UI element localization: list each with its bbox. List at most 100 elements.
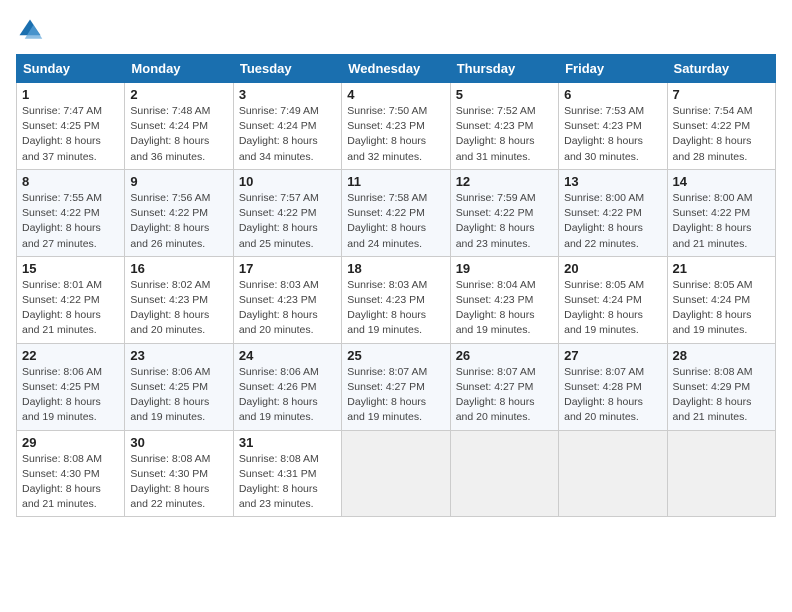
- day-number: 27: [564, 348, 661, 363]
- calendar-week-row: 15 Sunrise: 8:01 AMSunset: 4:22 PMDayligh…: [17, 256, 776, 343]
- calendar-cell: 16 Sunrise: 8:02 AMSunset: 4:23 PMDayligh…: [125, 256, 233, 343]
- day-info: Sunrise: 7:55 AMSunset: 4:22 PMDaylight:…: [22, 191, 119, 252]
- day-number: 25: [347, 348, 444, 363]
- calendar-cell: 4Sunrise: 7:50 AMSunset: 4:23 PMDaylight…: [342, 83, 450, 170]
- logo: [16, 16, 48, 44]
- calendar-week-row: 22 Sunrise: 8:06 AMSunset: 4:25 PMDayligh…: [17, 343, 776, 430]
- day-info: Sunrise: 8:08 AMSunset: 4:30 PMDaylight:…: [22, 452, 119, 513]
- header: [16, 16, 776, 44]
- day-info: Sunrise: 8:08 AMSunset: 4:30 PMDaylight:…: [130, 452, 227, 513]
- day-info: Sunrise: 8:07 AMSunset: 4:28 PMDaylight:…: [564, 365, 661, 426]
- calendar-cell: 31 Sunrise: 8:08 AMSunset: 4:31 PMDayligh…: [233, 430, 341, 517]
- calendar-cell: 26 Sunrise: 8:07 AMSunset: 4:27 PMDayligh…: [450, 343, 558, 430]
- day-number: 7: [673, 87, 770, 102]
- calendar-week-row: 8 Sunrise: 7:55 AMSunset: 4:22 PMDaylight…: [17, 169, 776, 256]
- day-number: 17: [239, 261, 336, 276]
- day-info: Sunrise: 7:54 AMSunset: 4:22 PMDaylight:…: [673, 104, 770, 165]
- calendar-cell: 8 Sunrise: 7:55 AMSunset: 4:22 PMDaylight…: [17, 169, 125, 256]
- day-number: 26: [456, 348, 553, 363]
- day-number: 10: [239, 174, 336, 189]
- calendar-cell: 12 Sunrise: 7:59 AMSunset: 4:22 PMDayligh…: [450, 169, 558, 256]
- day-info: Sunrise: 8:05 AMSunset: 4:24 PMDaylight:…: [564, 278, 661, 339]
- calendar-cell: 22 Sunrise: 8:06 AMSunset: 4:25 PMDayligh…: [17, 343, 125, 430]
- day-info: Sunrise: 8:03 AMSunset: 4:23 PMDaylight:…: [347, 278, 444, 339]
- day-info: Sunrise: 8:01 AMSunset: 4:22 PMDaylight:…: [22, 278, 119, 339]
- day-info: Sunrise: 7:59 AMSunset: 4:22 PMDaylight:…: [456, 191, 553, 252]
- calendar-cell: 9 Sunrise: 7:56 AMSunset: 4:22 PMDaylight…: [125, 169, 233, 256]
- weekday-header-row: SundayMondayTuesdayWednesdayThursdayFrid…: [17, 55, 776, 83]
- weekday-header: Sunday: [17, 55, 125, 83]
- day-number: 18: [347, 261, 444, 276]
- day-number: 30: [130, 435, 227, 450]
- calendar-cell: [450, 430, 558, 517]
- day-info: Sunrise: 7:48 AMSunset: 4:24 PMDaylight:…: [130, 104, 227, 165]
- day-info: Sunrise: 8:00 AMSunset: 4:22 PMDaylight:…: [564, 191, 661, 252]
- day-number: 29: [22, 435, 119, 450]
- calendar-cell: 28Sunrise: 8:08 AMSunset: 4:29 PMDayligh…: [667, 343, 775, 430]
- calendar-cell: 19 Sunrise: 8:04 AMSunset: 4:23 PMDayligh…: [450, 256, 558, 343]
- calendar-cell: [667, 430, 775, 517]
- calendar-cell: 10 Sunrise: 7:57 AMSunset: 4:22 PMDayligh…: [233, 169, 341, 256]
- calendar-cell: 20 Sunrise: 8:05 AMSunset: 4:24 PMDayligh…: [559, 256, 667, 343]
- day-info: Sunrise: 8:00 AMSunset: 4:22 PMDaylight:…: [673, 191, 770, 252]
- day-info: Sunrise: 8:05 AMSunset: 4:24 PMDaylight:…: [673, 278, 770, 339]
- calendar-cell: 15 Sunrise: 8:01 AMSunset: 4:22 PMDayligh…: [17, 256, 125, 343]
- calendar-cell: 14Sunrise: 8:00 AMSunset: 4:22 PMDayligh…: [667, 169, 775, 256]
- calendar-cell: 18 Sunrise: 8:03 AMSunset: 4:23 PMDayligh…: [342, 256, 450, 343]
- day-info: Sunrise: 7:49 AMSunset: 4:24 PMDaylight:…: [239, 104, 336, 165]
- weekday-header: Monday: [125, 55, 233, 83]
- day-number: 19: [456, 261, 553, 276]
- calendar-table: SundayMondayTuesdayWednesdayThursdayFrid…: [16, 54, 776, 517]
- day-number: 16: [130, 261, 227, 276]
- weekday-header: Wednesday: [342, 55, 450, 83]
- day-number: 3: [239, 87, 336, 102]
- calendar-cell: 2 Sunrise: 7:48 AMSunset: 4:24 PMDaylight…: [125, 83, 233, 170]
- day-info: Sunrise: 7:58 AMSunset: 4:22 PMDaylight:…: [347, 191, 444, 252]
- day-info: Sunrise: 8:06 AMSunset: 4:25 PMDaylight:…: [22, 365, 119, 426]
- calendar-cell: 1 Sunrise: 7:47 AMSunset: 4:25 PMDaylight…: [17, 83, 125, 170]
- weekday-header: Tuesday: [233, 55, 341, 83]
- calendar-cell: [342, 430, 450, 517]
- weekday-header: Thursday: [450, 55, 558, 83]
- day-info: Sunrise: 8:03 AMSunset: 4:23 PMDaylight:…: [239, 278, 336, 339]
- calendar-cell: 23Sunrise: 8:06 AMSunset: 4:25 PMDayligh…: [125, 343, 233, 430]
- day-info: Sunrise: 8:02 AMSunset: 4:23 PMDaylight:…: [130, 278, 227, 339]
- day-info: Sunrise: 7:57 AMSunset: 4:22 PMDaylight:…: [239, 191, 336, 252]
- calendar-cell: 30 Sunrise: 8:08 AMSunset: 4:30 PMDayligh…: [125, 430, 233, 517]
- day-number: 13: [564, 174, 661, 189]
- day-number: 2: [130, 87, 227, 102]
- day-number: 22: [22, 348, 119, 363]
- day-info: Sunrise: 8:08 AMSunset: 4:31 PMDaylight:…: [239, 452, 336, 513]
- calendar-cell: 11 Sunrise: 7:58 AMSunset: 4:22 PMDayligh…: [342, 169, 450, 256]
- calendar-cell: 24Sunrise: 8:06 AMSunset: 4:26 PMDayligh…: [233, 343, 341, 430]
- day-number: 9: [130, 174, 227, 189]
- weekday-header: Saturday: [667, 55, 775, 83]
- day-number: 8: [22, 174, 119, 189]
- day-number: 11: [347, 174, 444, 189]
- day-number: 28: [673, 348, 770, 363]
- day-info: Sunrise: 8:06 AMSunset: 4:25 PMDaylight:…: [130, 365, 227, 426]
- weekday-header: Friday: [559, 55, 667, 83]
- day-info: Sunrise: 7:53 AMSunset: 4:23 PMDaylight:…: [564, 104, 661, 165]
- day-info: Sunrise: 7:56 AMSunset: 4:22 PMDaylight:…: [130, 191, 227, 252]
- day-number: 5: [456, 87, 553, 102]
- day-number: 20: [564, 261, 661, 276]
- day-number: 31: [239, 435, 336, 450]
- day-number: 24: [239, 348, 336, 363]
- calendar-cell: 6 Sunrise: 7:53 AMSunset: 4:23 PMDaylight…: [559, 83, 667, 170]
- calendar-cell: 17 Sunrise: 8:03 AMSunset: 4:23 PMDayligh…: [233, 256, 341, 343]
- calendar-cell: 7 Sunrise: 7:54 AMSunset: 4:22 PMDaylight…: [667, 83, 775, 170]
- calendar-week-row: 1 Sunrise: 7:47 AMSunset: 4:25 PMDaylight…: [17, 83, 776, 170]
- day-number: 15: [22, 261, 119, 276]
- day-info: Sunrise: 8:04 AMSunset: 4:23 PMDaylight:…: [456, 278, 553, 339]
- day-info: Sunrise: 8:07 AMSunset: 4:27 PMDaylight:…: [456, 365, 553, 426]
- day-info: Sunrise: 7:47 AMSunset: 4:25 PMDaylight:…: [22, 104, 119, 165]
- calendar-cell: 21 Sunrise: 8:05 AMSunset: 4:24 PMDayligh…: [667, 256, 775, 343]
- day-number: 21: [673, 261, 770, 276]
- day-info: Sunrise: 8:07 AMSunset: 4:27 PMDaylight:…: [347, 365, 444, 426]
- day-number: 1: [22, 87, 119, 102]
- calendar-cell: [559, 430, 667, 517]
- day-info: Sunrise: 7:50 AMSunset: 4:23 PMDaylight:…: [347, 104, 444, 165]
- day-number: 6: [564, 87, 661, 102]
- day-number: 12: [456, 174, 553, 189]
